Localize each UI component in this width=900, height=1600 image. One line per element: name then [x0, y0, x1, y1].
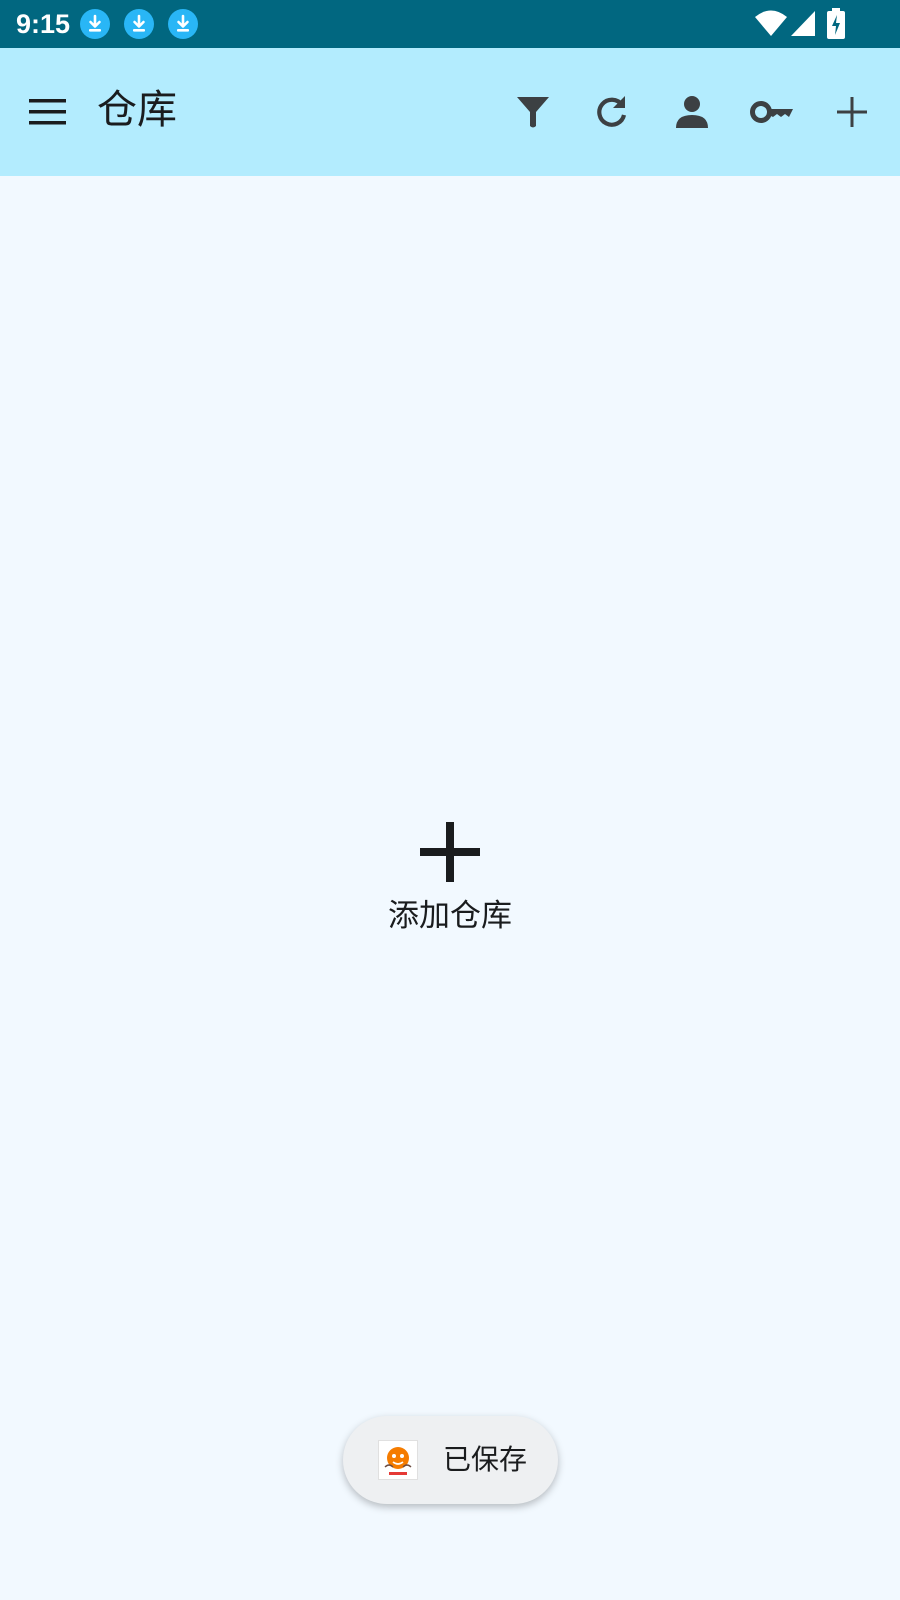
filter-icon: [517, 97, 549, 128]
menu-icon[interactable]: [24, 90, 72, 134]
cell-signal-icon: [791, 11, 815, 36]
add-icon: [837, 97, 867, 127]
account-button[interactable]: [666, 86, 718, 138]
app-logo-icon: [378, 1440, 418, 1480]
key-button[interactable]: [746, 86, 798, 138]
toast-message: 已保存: [443, 1443, 528, 1476]
download-icon: [124, 9, 154, 39]
add-button[interactable]: [826, 86, 878, 138]
download-icon: [80, 9, 110, 39]
key-icon: [750, 101, 793, 123]
person-icon: [676, 96, 708, 128]
toast: 已保存: [343, 1416, 558, 1504]
add-repository-label: 添加仓库: [388, 898, 512, 934]
refresh-icon: [597, 96, 627, 127]
wifi-icon: [755, 10, 787, 36]
status-time: 9:15: [16, 9, 71, 39]
app-bar: 仓库: [0, 48, 900, 176]
page-title: 仓库: [97, 87, 177, 133]
status-bar: 9:15: [0, 0, 900, 48]
filter-button[interactable]: [507, 86, 559, 138]
download-icon: [168, 9, 198, 39]
refresh-button[interactable]: [586, 86, 638, 138]
add-icon: [420, 822, 480, 882]
battery-charging-icon: [827, 8, 845, 39]
add-repository-button[interactable]: 添加仓库: [340, 820, 560, 970]
